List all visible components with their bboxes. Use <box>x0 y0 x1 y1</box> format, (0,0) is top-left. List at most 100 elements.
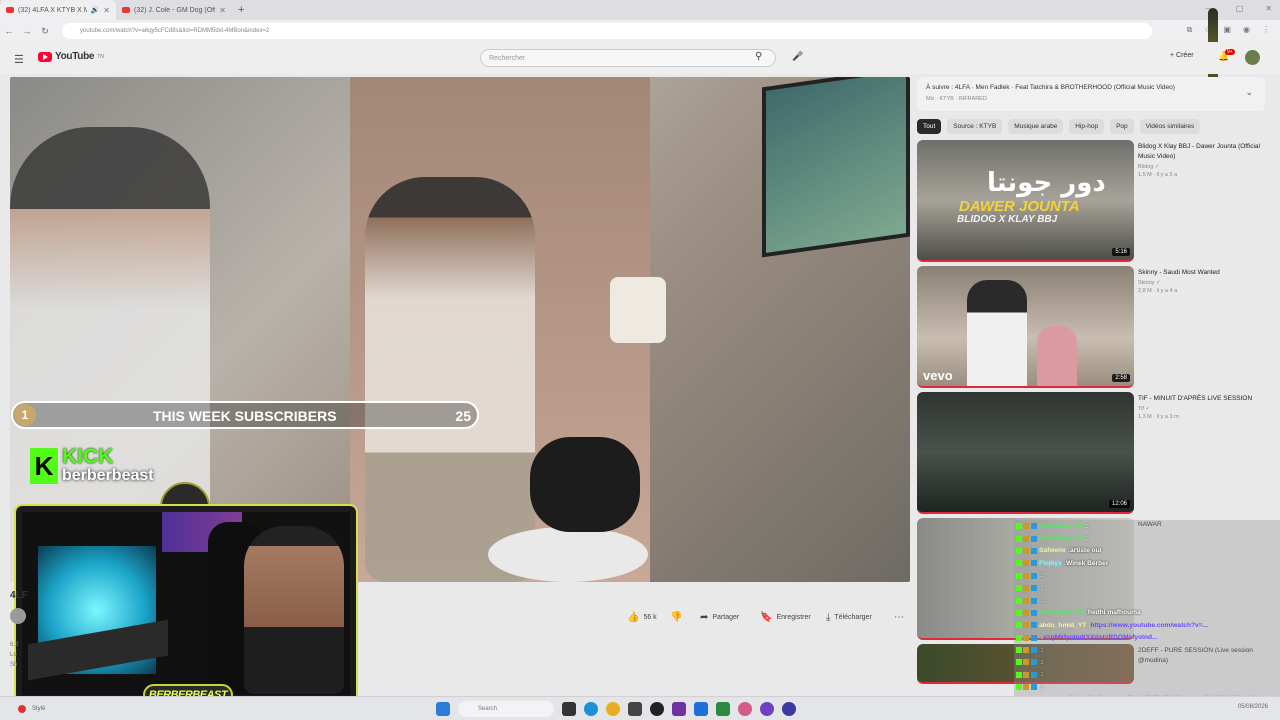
chat-badge-icon <box>1031 609 1037 616</box>
browser-menu-icon[interactable]: ⋮ <box>1262 25 1270 35</box>
chat-message: abdo_hmid_YT : https://www.youtube.com/w… <box>1014 619 1280 631</box>
forward-button[interactable]: → <box>18 26 36 36</box>
chat-badge-icon <box>1023 597 1029 604</box>
chip-source[interactable]: Source : KTYB <box>947 119 1003 134</box>
chip-hiphop[interactable]: Hip-hop <box>1069 119 1105 134</box>
dislike-button[interactable]: 👎 <box>670 612 682 623</box>
chip-arabic-music[interactable]: Musique arabe <box>1008 119 1064 134</box>
kick-badge-icon <box>1016 634 1022 641</box>
app-icon[interactable] <box>760 702 774 716</box>
account-avatar[interactable] <box>1245 50 1260 65</box>
close-window-button[interactable]: ✕ <box>1265 4 1272 13</box>
taskbar-apps: Search <box>436 701 796 717</box>
app-icon[interactable] <box>716 702 730 716</box>
hamburger-menu-icon[interactable]: ☰ <box>14 53 24 66</box>
meta-line: 6.3 <box>10 642 19 648</box>
thumb-person <box>967 280 1027 386</box>
system-tray[interactable]: 05/08/2026 <box>1238 704 1268 710</box>
thumb-person <box>1037 326 1077 386</box>
like-button[interactable]: 👍 56 k <box>627 612 657 623</box>
chip-similar[interactable]: Vidéos similaires <box>1139 119 1201 134</box>
address-bar-row: ← → ↻ youtube.com/watch?v=a6qy5cFCd8s&li… <box>0 20 1280 42</box>
tab-title: (32) 4LFA X KTYB X Manol <box>18 6 87 14</box>
youtube-logo[interactable]: YouTube TN <box>38 51 104 62</box>
app-icon[interactable] <box>694 702 708 716</box>
kick-badge-icon <box>1016 535 1022 542</box>
chat-message: : <box>1014 644 1280 656</box>
speaker-icon[interactable]: 🔊 <box>91 6 100 14</box>
weather-widget[interactable]: Stylé <box>18 705 45 713</box>
bookmark-icon: 🔖 <box>760 612 773 623</box>
video-frame-tv <box>762 77 910 258</box>
chat-badge-icon <box>1031 560 1037 567</box>
kick-badge-icon <box>1016 622 1022 629</box>
kick-badge-icon <box>1016 597 1022 604</box>
channel-name: Blidog ✓ <box>1138 164 1160 170</box>
chat-message: Flojkys : Winek Berber <box>1014 557 1280 569</box>
recommended-video[interactable]: دور جونتا DAWER JOUNTA BLIDOG X KLAY BBJ… <box>917 140 1265 262</box>
app-icon[interactable] <box>672 702 686 716</box>
microphone-icon[interactable]: 🎤 <box>792 51 803 62</box>
app-icon[interactable] <box>782 702 796 716</box>
chat-text: artiste oui <box>1069 547 1102 555</box>
chat-separator: : <box>1041 646 1044 654</box>
taskbar-search[interactable]: Search <box>458 701 554 717</box>
chat-separator: : <box>1085 522 1088 530</box>
windows-taskbar: Stylé Search 05/08/2026 <box>0 696 1280 720</box>
download-button[interactable]: ⤓ Télécharger <box>826 612 872 623</box>
video-thumbnail[interactable]: vevo 2:58 <box>917 266 1134 388</box>
chat-badge-icon <box>1031 535 1037 542</box>
create-button[interactable]: + Créer <box>1170 52 1194 59</box>
chat-message: Safwenx : artiste oui <box>1014 545 1280 557</box>
task-view-icon[interactable] <box>562 702 576 716</box>
app-icon[interactable] <box>628 702 642 716</box>
back-button[interactable]: ← <box>0 26 18 36</box>
chip-all[interactable]: Tout <box>917 119 942 134</box>
chat-badge-icon <box>1031 671 1037 678</box>
edge-icon[interactable] <box>584 702 598 716</box>
chrome-icon[interactable] <box>606 702 620 716</box>
youtube-header: ☰ YouTube TN Rechercher ⚲ 🎤 + Créer 🔔 9+ <box>0 42 1280 74</box>
youtube-favicon-icon <box>6 7 14 13</box>
url-field[interactable]: youtube.com/watch?v=a6qy5cFCd8s&list=RDM… <box>62 23 1152 39</box>
like-count: 56 k <box>643 614 657 621</box>
close-tab-icon[interactable]: ✕ <box>219 6 226 15</box>
app-icon[interactable] <box>738 702 752 716</box>
youtube-favicon-icon <box>122 7 130 13</box>
app-icon[interactable] <box>650 702 664 716</box>
video-thumbnail[interactable]: 12:06 <box>917 392 1134 514</box>
extensions-icon[interactable]: ▣ <box>1223 25 1231 35</box>
recommended-video[interactable]: vevo 2:58 Skinny - Saudi Most Wanted Ski… <box>917 266 1265 388</box>
save-button[interactable]: 🔖 Enregistrer <box>760 612 811 623</box>
maximize-button[interactable]: ▢ <box>1236 4 1244 13</box>
clock: 05/08/2026 <box>1237 704 1268 710</box>
chat-text[interactable]: v=gMkfyolndtY&list=RDGMsfyolnd... <box>1043 634 1157 641</box>
new-tab-button[interactable]: + <box>232 4 250 16</box>
tab-other[interactable]: (32) J. Cole - GM Dog (Officia ✕ <box>116 0 232 20</box>
kick-badge-icon <box>1016 659 1022 666</box>
share-button[interactable]: ➦ Partager <box>700 612 739 623</box>
chat-username: Kamouneya89 <box>1039 522 1084 530</box>
channel-avatar[interactable] <box>10 608 26 624</box>
install-icon[interactable]: ⧉ <box>1187 25 1193 35</box>
chevron-down-icon[interactable]: ⌄ <box>1245 87 1253 98</box>
more-actions-button[interactable]: ⋯ <box>894 612 904 623</box>
chat-text[interactable]: https://www.youtube.com/watch?v=... <box>1090 622 1208 629</box>
reload-button[interactable]: ↻ <box>36 26 54 37</box>
address-bar-icons: ⧉ ☆ ▣ ◉ ⋮ <box>1187 25 1270 35</box>
video-thumbnail[interactable]: دور جونتا DAWER JOUNTA BLIDOG X KLAY BBJ… <box>917 140 1134 262</box>
tab-current[interactable]: (32) 4LFA X KTYB X Manol 🔊 ✕ <box>0 0 116 20</box>
chip-pop[interactable]: Pop <box>1110 119 1134 134</box>
chat-separator: : <box>1041 683 1044 691</box>
up-next-subtitle: Mix · KTYB · INFRARED <box>926 96 987 102</box>
chat-username: Kamouneya89 <box>1039 609 1084 617</box>
chat-badge-icon <box>1023 609 1029 616</box>
close-tab-icon[interactable]: ✕ <box>103 6 110 15</box>
profile-icon[interactable]: ◉ <box>1243 25 1250 35</box>
search-input[interactable]: Rechercher <box>480 49 776 67</box>
recommended-video[interactable]: 12:06 TIF - MINUIT D'APRÈS LIVE SESSION … <box>917 392 1265 514</box>
up-next-card[interactable]: À suivre : 4LFA · Men Fadlek · Feat Tatc… <box>917 77 1265 111</box>
taskbar-search-text: Search <box>478 706 498 712</box>
start-windows-icon[interactable] <box>436 702 450 716</box>
search-icon[interactable]: ⚲ <box>755 51 762 62</box>
